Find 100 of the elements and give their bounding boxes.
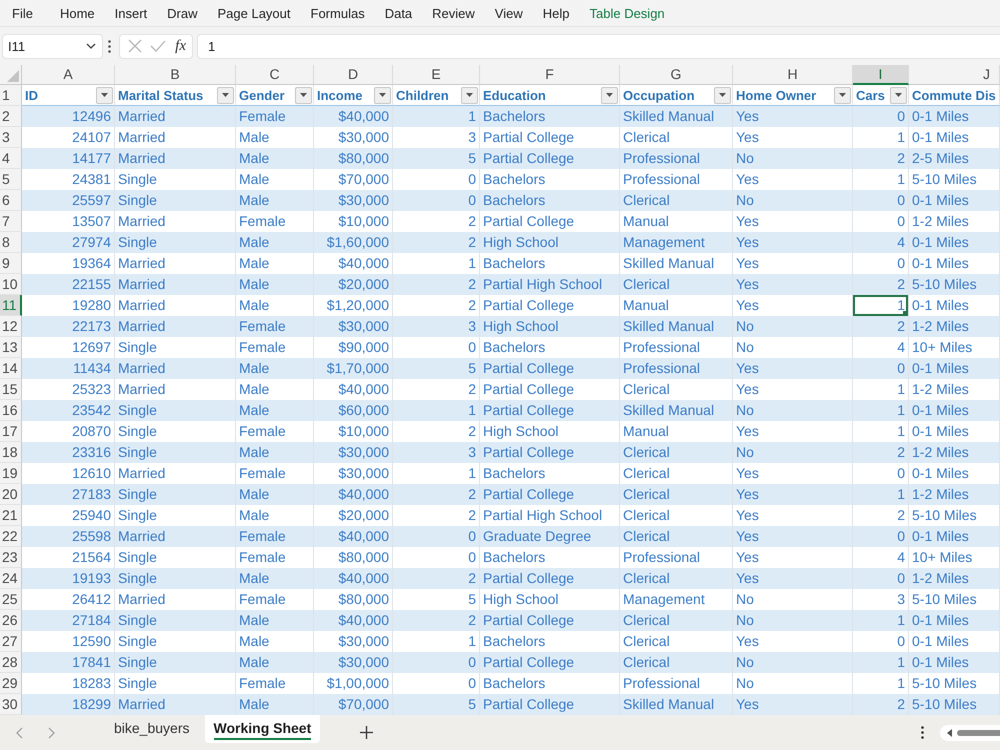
row-number[interactable]: 5 <box>0 169 22 190</box>
menu-tab[interactable]: Draw <box>167 6 198 20</box>
table-cell: Male <box>236 190 314 211</box>
row-number[interactable]: 29 <box>0 673 22 694</box>
table-cell: Partial College <box>480 652 620 673</box>
menu-tab[interactable]: Insert <box>114 6 148 20</box>
row-number[interactable]: 6 <box>0 190 22 211</box>
menu-tab[interactable]: Review <box>432 6 475 20</box>
table-cell: $70,000 <box>314 694 393 715</box>
vertical-ellipsis-icon[interactable] <box>108 40 111 52</box>
menu-tab[interactable]: Home <box>60 6 95 20</box>
table-cell: $1,60,000 <box>314 232 393 253</box>
table-cell: $30,000 <box>314 190 393 211</box>
menu-tab[interactable]: Help <box>542 6 570 20</box>
table-cell: Clerical <box>620 652 733 673</box>
table-cell: No <box>733 316 853 337</box>
filter-button[interactable] <box>295 86 312 104</box>
table-cell: Yes <box>733 274 853 295</box>
table-cell: 2 <box>853 316 909 337</box>
table-cell: Yes <box>733 526 853 547</box>
filter-button[interactable] <box>374 86 391 104</box>
table-cell: 17841 <box>22 652 115 673</box>
caret-icon[interactable] <box>86 43 96 49</box>
name-box[interactable]: I11 <box>2 34 103 58</box>
column-header[interactable]: B <box>115 65 236 85</box>
column-header[interactable]: H <box>733 65 853 85</box>
menu-tab[interactable]: File <box>12 6 33 20</box>
row-number[interactable]: 28 <box>0 652 22 673</box>
table-cell: 5 <box>393 148 480 169</box>
column-header[interactable]: E <box>393 65 480 85</box>
row-number[interactable]: 9 <box>0 253 22 274</box>
row-number[interactable]: 8 <box>0 232 22 253</box>
menu-tab[interactable]: View <box>494 6 523 20</box>
filter-button[interactable] <box>601 86 618 104</box>
row-number[interactable]: 4 <box>0 148 22 169</box>
sheet-tab[interactable]: bike_buyers <box>99 715 204 743</box>
table-header: Marital Status <box>118 88 204 102</box>
row-number[interactable]: 19 <box>0 463 22 484</box>
table-cell: $40,000 <box>314 484 393 505</box>
column-header[interactable]: I <box>853 65 909 85</box>
table-cell: 0 <box>853 568 909 589</box>
menu-tab[interactable]: Table Design <box>590 6 665 20</box>
row-number[interactable]: 2 <box>0 106 22 127</box>
row-number[interactable]: 3 <box>0 127 22 148</box>
table-cell: 0 <box>393 526 480 547</box>
table-cell: Partial College <box>480 484 620 505</box>
column-header[interactable]: J <box>909 65 1000 85</box>
triangle-left-icon[interactable] <box>947 728 952 736</box>
horizontal-scrollbar[interactable] <box>940 724 1000 740</box>
menu-tab[interactable]: Data <box>384 6 412 20</box>
filter-button[interactable] <box>834 86 851 104</box>
row-number[interactable]: 18 <box>0 442 22 463</box>
plus-icon[interactable] <box>360 726 374 739</box>
table-cell: No <box>733 400 853 421</box>
row-number[interactable]: 13 <box>0 337 22 358</box>
row-number[interactable]: 25 <box>0 589 22 610</box>
row-number[interactable]: 22 <box>0 526 22 547</box>
menu-tab[interactable]: Page Layout <box>218 6 291 20</box>
sheet-tab[interactable]: Working Sheet <box>204 715 320 743</box>
table-cell: Professional <box>620 148 733 169</box>
row-number[interactable]: 11 <box>0 295 22 316</box>
filter-button[interactable] <box>96 86 113 104</box>
vertical-ellipsis-icon[interactable] <box>921 726 924 739</box>
filter-button[interactable] <box>217 86 234 104</box>
row-number[interactable]: 23 <box>0 547 22 568</box>
column-header[interactable]: C <box>236 65 314 85</box>
row-number[interactable]: 24 <box>0 568 22 589</box>
table-cell: 23542 <box>22 400 115 421</box>
row-number[interactable]: 20 <box>0 484 22 505</box>
row-number[interactable]: 12 <box>0 316 22 337</box>
insert-function-button[interactable]: fx <box>175 38 186 54</box>
row-number[interactable]: 30 <box>0 694 22 715</box>
filter-button[interactable] <box>890 86 907 104</box>
row-number[interactable]: 7 <box>0 211 22 232</box>
row-number[interactable]: 16 <box>0 400 22 421</box>
column-header[interactable]: A <box>22 65 115 85</box>
check-icon[interactable] <box>150 40 166 52</box>
row-number[interactable]: 27 <box>0 631 22 652</box>
row-number[interactable]: 21 <box>0 505 22 526</box>
row-number[interactable]: 10 <box>0 274 22 295</box>
table-cell: 0 <box>393 190 480 211</box>
row-number[interactable]: 14 <box>0 358 22 379</box>
scrollbar-thumb[interactable] <box>957 730 1000 736</box>
filter-button[interactable] <box>714 86 731 104</box>
table-cell: 0 <box>393 652 480 673</box>
column-header[interactable]: D <box>314 65 393 85</box>
column-header[interactable]: G <box>620 65 733 85</box>
row-number[interactable]: 26 <box>0 610 22 631</box>
row-number[interactable]: 17 <box>0 421 22 442</box>
row-number[interactable]: 1 <box>0 85 22 106</box>
column-header[interactable]: F <box>480 65 620 85</box>
table-header: ID <box>25 88 39 102</box>
table-cell: High School <box>480 232 620 253</box>
fill-handle[interactable] <box>903 311 908 316</box>
filter-button[interactable] <box>461 86 478 104</box>
caret-icon <box>101 93 108 97</box>
row-number[interactable]: 15 <box>0 379 22 400</box>
formula-input[interactable]: 1 <box>197 34 1000 58</box>
table-cell: Yes <box>733 421 853 442</box>
menu-tab[interactable]: Formulas <box>310 6 365 20</box>
